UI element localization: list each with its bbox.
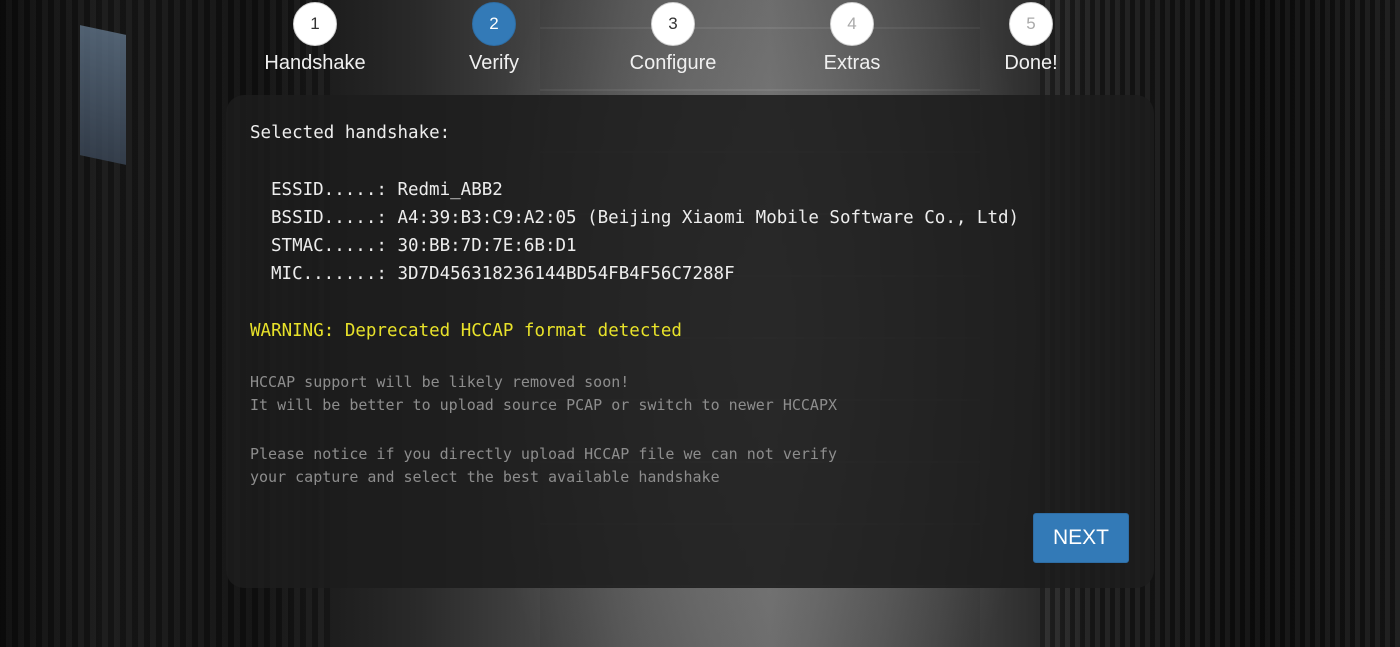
step-extras: 4 Extras (782, 2, 922, 75)
note-line: Please notice if you directly upload HCC… (250, 445, 837, 463)
step-label: Verify (468, 52, 520, 74)
note-block-support: HCCAP support will be likely removed soo… (250, 371, 1130, 417)
step-label: Configure (629, 52, 717, 74)
step-label: Done! (1004, 52, 1058, 74)
step-configure[interactable]: 3 Configure (603, 2, 743, 75)
step-number: 5 (1009, 2, 1053, 46)
essid-value: Redmi_ABB2 (397, 180, 503, 200)
deprecation-warning: WARNING: Deprecated HCCAP format detecte… (250, 321, 682, 341)
stmac-row: STMAC.....: 30:BB:7D:7E:6B:D1 (250, 232, 1130, 260)
handshake-heading: Selected handshake: (250, 123, 451, 143)
bssid-row: BSSID.....: A4:39:B3:C9:A2:05 (Beijing X… (250, 204, 1130, 232)
mic-row: MIC.......: 3D7D456318236144BD54FB4F56C7… (250, 260, 1130, 288)
essid-row: ESSID.....: Redmi_ABB2 (250, 176, 1130, 204)
step-label: Extras (823, 52, 881, 74)
step-number[interactable]: 2 (472, 2, 516, 46)
step-number[interactable]: 1 (293, 2, 337, 46)
essid-key: ESSID.....: (271, 180, 387, 200)
mic-value: 3D7D456318236144BD54FB4F56C7288F (397, 264, 735, 284)
stmac-value: 30:BB:7D:7E:6B:D1 (397, 236, 577, 256)
step-verify[interactable]: 2 Verify (424, 2, 564, 75)
step-label: Handshake (264, 52, 366, 74)
step-handshake[interactable]: 1 Handshake (245, 2, 385, 75)
note-block-verify: Please notice if you directly upload HCC… (250, 443, 1130, 489)
stmac-key: STMAC.....: (271, 236, 387, 256)
next-button[interactable]: NEXT (1033, 513, 1129, 563)
bssid-value: A4:39:B3:C9:A2:05 (Beijing Xiaomi Mobile… (397, 208, 1020, 228)
mic-key: MIC.......: (271, 264, 387, 284)
bssid-key: BSSID.....: (271, 208, 387, 228)
verify-card: Selected handshake: ESSID.....: Redmi_AB… (226, 95, 1154, 588)
note-line: It will be better to upload source PCAP … (250, 396, 837, 414)
step-done: 5 Done! (961, 2, 1101, 75)
step-number[interactable]: 3 (651, 2, 695, 46)
note-line: your capture and select the best availab… (250, 468, 720, 486)
wizard-steps: 1 Handshake 2 Verify 3 Configure 4 Extra… (0, 0, 1400, 90)
note-line: HCCAP support will be likely removed soo… (250, 373, 630, 391)
step-number: 4 (830, 2, 874, 46)
